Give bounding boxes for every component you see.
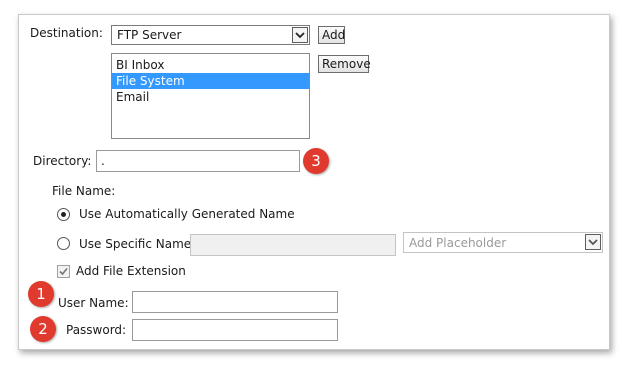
add-button[interactable]: Add <box>318 26 345 44</box>
callout-badge-1: 1 <box>28 281 54 307</box>
specific-name-radio[interactable] <box>57 237 70 250</box>
destination-list-item[interactable]: Email <box>112 89 309 105</box>
remove-button[interactable]: Remove <box>318 55 371 73</box>
checkmark-icon <box>59 267 68 276</box>
add-placeholder-value: Add Placeholder <box>409 236 507 250</box>
add-placeholder-select[interactable]: Add Placeholder <box>403 232 603 253</box>
password-label: Password: <box>66 323 127 337</box>
destination-list-item[interactable]: File System <box>112 73 309 89</box>
username-label: User Name: <box>58 296 129 310</box>
destination-select-value: FTP Server <box>117 28 182 42</box>
specific-name-input[interactable] <box>190 234 396 256</box>
destination-listbox[interactable]: BI Inbox File System Email <box>111 53 310 139</box>
username-input[interactable] <box>132 291 338 313</box>
auto-name-label[interactable]: Use Automatically Generated Name <box>79 206 295 222</box>
directory-input-value: . <box>101 154 105 168</box>
destination-select[interactable]: FTP Server <box>111 25 310 45</box>
directory-input[interactable]: . <box>96 150 300 172</box>
chevron-down-icon[interactable] <box>585 234 601 250</box>
callout-badge-3: 3 <box>303 148 329 174</box>
destination-label: Destination: <box>30 26 103 40</box>
auto-name-radio[interactable] <box>57 208 70 221</box>
destination-list-item[interactable]: BI Inbox <box>112 57 309 73</box>
directory-label: Directory: <box>33 154 92 168</box>
add-file-extension-checkbox[interactable] <box>57 265 70 278</box>
password-input[interactable] <box>132 319 338 341</box>
add-file-extension-label[interactable]: Add File Extension <box>76 263 186 279</box>
specific-name-label[interactable]: Use Specific Name <box>79 236 191 252</box>
file-name-heading: File Name: <box>52 184 116 198</box>
chevron-down-icon[interactable] <box>292 27 308 43</box>
callout-badge-2: 2 <box>30 316 56 342</box>
